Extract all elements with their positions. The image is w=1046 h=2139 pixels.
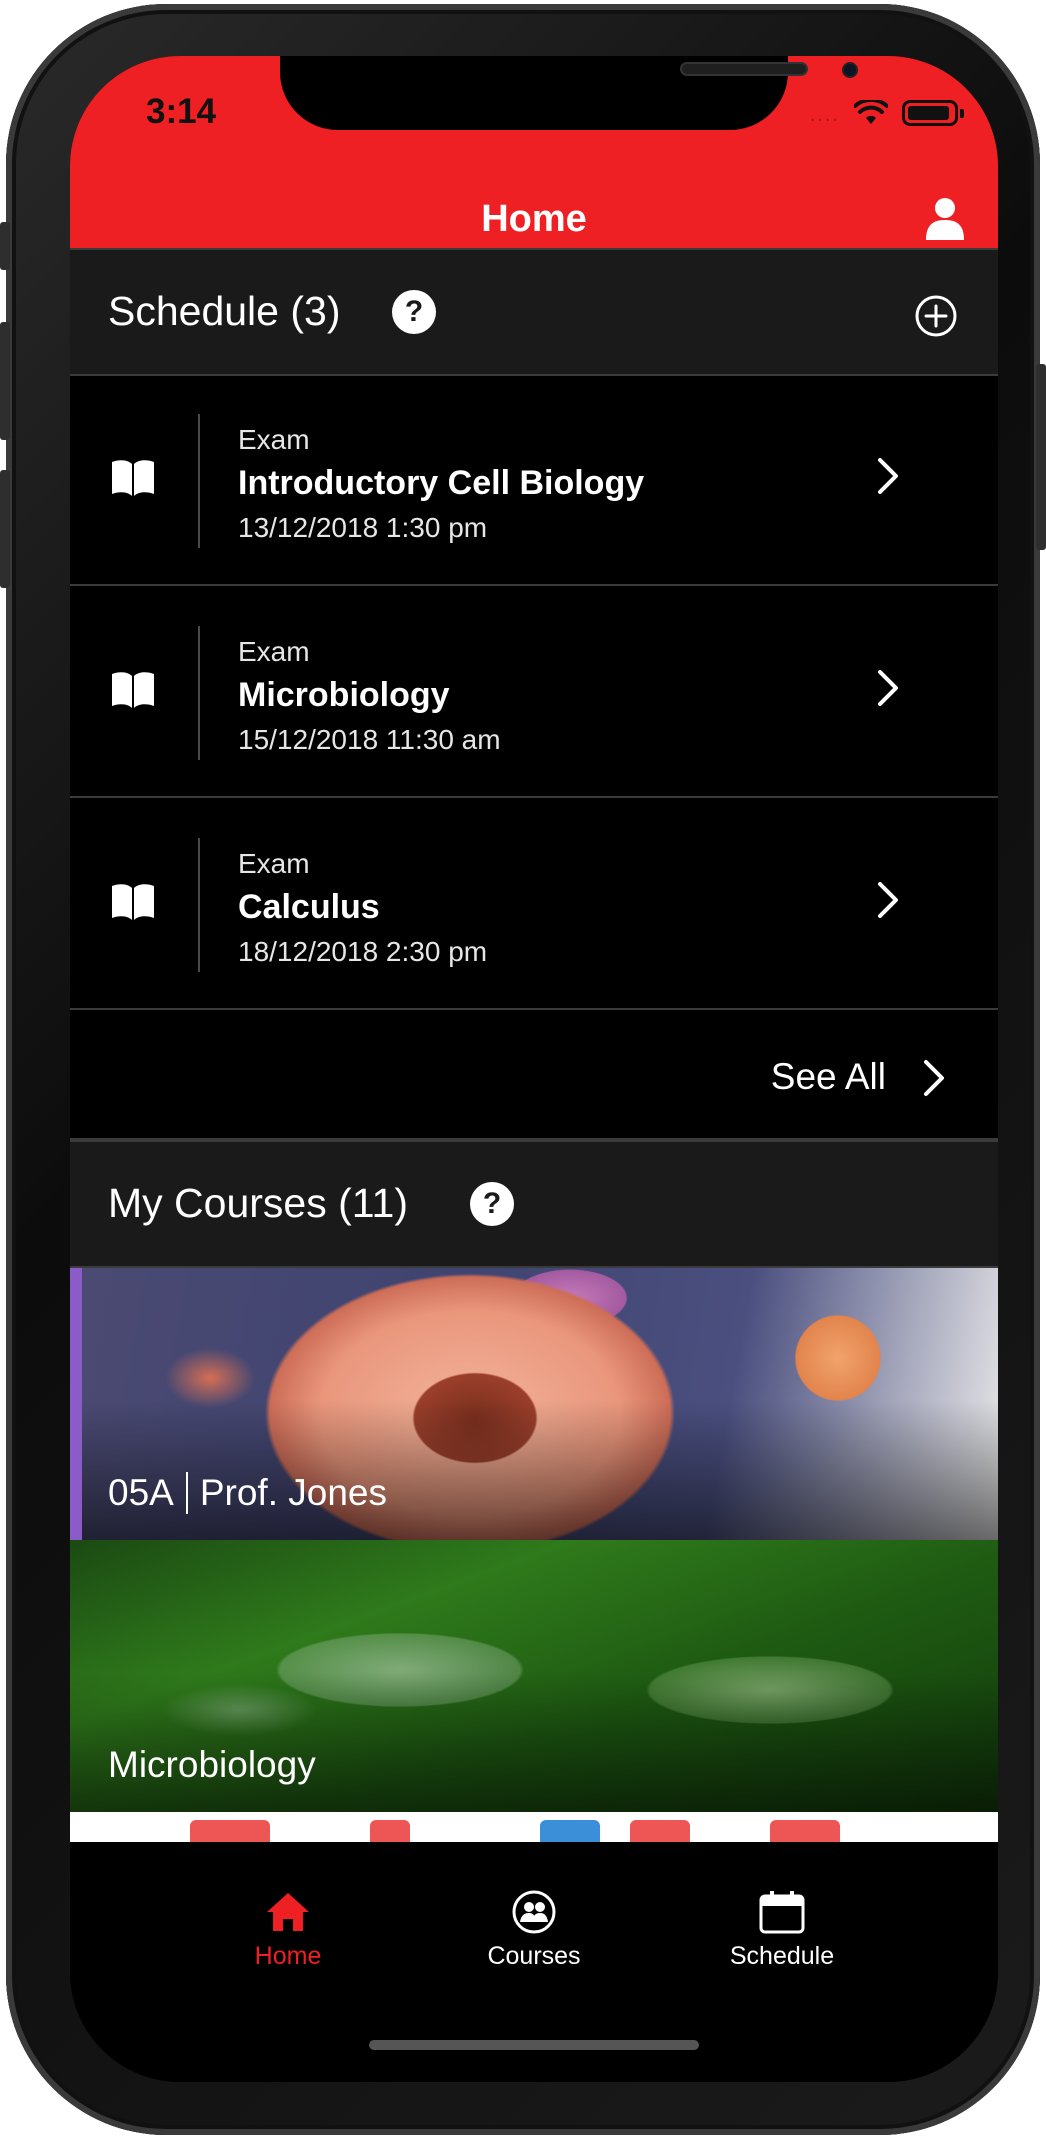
course-code: 05A	[108, 1472, 174, 1513]
book-icon	[112, 460, 154, 496]
page-title: Home	[481, 198, 587, 240]
status-indicators: ....	[809, 98, 964, 127]
course-instructor: Prof. Jones	[199, 1472, 387, 1513]
mute-switch	[0, 222, 10, 270]
chevron-right-icon	[878, 458, 898, 494]
tab-home[interactable]: Home	[188, 1890, 388, 1971]
event-course-name: Introductory Cell Biology	[238, 464, 645, 502]
schedule-help-icon[interactable]: ?	[392, 290, 436, 334]
see-all-row: See All	[70, 1012, 998, 1140]
course-card-peek[interactable]	[70, 1812, 998, 1842]
front-camera	[842, 62, 858, 78]
see-all-link[interactable]: See All	[771, 1056, 886, 1098]
earpiece-speaker	[680, 62, 808, 76]
tab-schedule[interactable]: Schedule	[682, 1890, 882, 1971]
event-date: 13/12/2018 1:30 pm	[238, 512, 488, 543]
power-button	[1036, 364, 1046, 550]
schedule-item[interactable]: Exam Calculus 18/12/2018 2:30 pm	[70, 800, 998, 1010]
volume-up-button	[0, 322, 10, 440]
tab-label: Schedule	[729, 1942, 835, 1970]
chevron-right-icon	[878, 670, 898, 706]
volume-down-button	[0, 470, 10, 588]
course-color-stripe	[70, 1268, 82, 1540]
event-type: Exam	[238, 848, 310, 879]
tab-bar: Home Courses Schedule	[70, 1860, 998, 2082]
book-icon	[112, 884, 154, 920]
row-divider	[198, 838, 200, 972]
course-card-label: Microbiology	[108, 1744, 316, 1786]
calendar-icon	[759, 1891, 805, 1934]
chevron-right-icon[interactable]	[922, 1058, 946, 1098]
row-divider	[198, 414, 200, 548]
event-course-name: Calculus	[238, 888, 380, 926]
courses-header: My Courses (11) ?	[70, 1140, 998, 1268]
app-screen: 3:14 .... Home Schedule (3) ? Exam Intro…	[70, 56, 998, 2082]
courses-title: My Courses (11)	[108, 1180, 408, 1226]
add-schedule-icon[interactable]	[914, 294, 958, 338]
event-type: Exam	[238, 424, 310, 455]
people-icon	[512, 1890, 556, 1934]
tab-label: Home	[254, 1942, 322, 1970]
courses-help-icon[interactable]: ?	[470, 1182, 514, 1226]
chevron-right-icon	[878, 882, 898, 918]
course-card[interactable]: Microbiology	[70, 1540, 998, 1812]
event-course-name: Microbiology	[238, 676, 450, 714]
home-indicator[interactable]	[369, 2040, 699, 2050]
course-card-label: 05A Prof. Jones	[108, 1472, 387, 1514]
course-card[interactable]: 05A Prof. Jones	[70, 1268, 998, 1540]
event-date: 15/12/2018 11:30 am	[238, 724, 501, 755]
phone-frame: 3:14 .... Home Schedule (3) ? Exam Intro…	[0, 4, 1046, 2135]
label-separator	[185, 1472, 188, 1514]
home-icon	[267, 1893, 309, 1931]
cellular-signal-icon: ....	[809, 104, 840, 126]
row-divider	[198, 626, 200, 760]
schedule-item[interactable]: Exam Microbiology 15/12/2018 11:30 am	[70, 588, 998, 798]
app-header: 3:14 .... Home	[70, 56, 998, 276]
schedule-header: Schedule (3) ?	[70, 248, 998, 376]
status-time: 3:14	[146, 92, 217, 131]
book-icon	[112, 672, 154, 708]
schedule-item[interactable]: Exam Introductory Cell Biology 13/12/201…	[70, 376, 998, 586]
wifi-icon	[854, 99, 888, 124]
profile-icon[interactable]	[924, 196, 966, 240]
course-name: Microbiology	[108, 1744, 316, 1785]
device-notch	[280, 56, 858, 130]
schedule-title: Schedule (3)	[108, 288, 341, 334]
event-date: 18/12/2018 2:30 pm	[238, 936, 488, 967]
battery-icon	[902, 99, 964, 126]
tab-courses[interactable]: Courses	[434, 1890, 634, 1971]
event-type: Exam	[238, 636, 310, 667]
tab-label: Courses	[487, 1942, 581, 1970]
